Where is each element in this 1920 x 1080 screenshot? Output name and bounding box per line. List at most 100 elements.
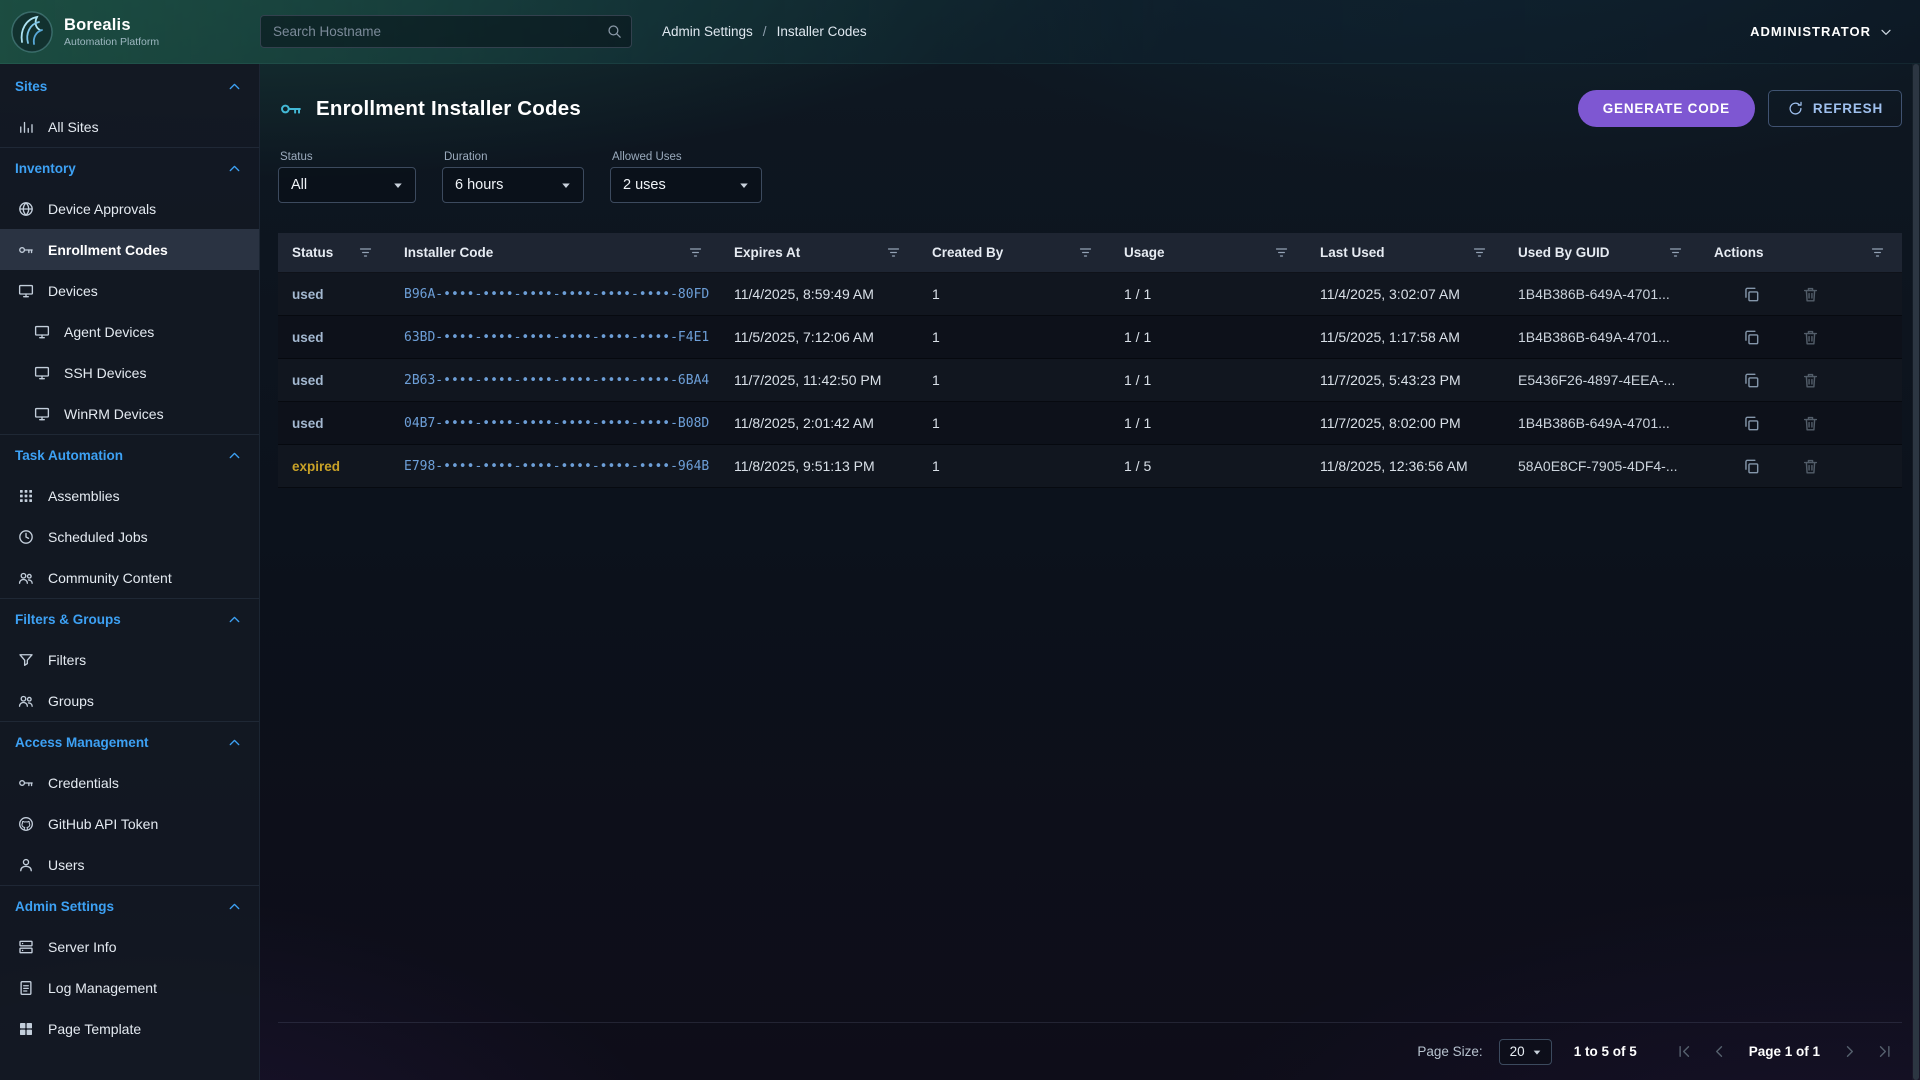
usage-cell: 1 / 1	[1110, 372, 1306, 388]
expires-at-cell: 11/8/2025, 9:51:13 PM	[720, 458, 918, 474]
delete-code-button[interactable]	[1801, 371, 1820, 390]
column-label: Usage	[1124, 245, 1165, 260]
sidebar-item-log-management[interactable]: Log Management	[0, 967, 259, 1008]
copy-code-button[interactable]	[1742, 457, 1761, 476]
sidebar-item-credentials[interactable]: Credentials	[0, 762, 259, 803]
filter-list-icon[interactable]	[687, 244, 704, 261]
user-name: ADMINISTRATOR	[1750, 24, 1871, 39]
filter-list-icon[interactable]	[1273, 244, 1290, 261]
monitor-icon	[33, 364, 51, 382]
last-used-cell: 11/8/2025, 12:36:56 AM	[1306, 458, 1504, 474]
sidebar-item-community-content[interactable]: Community Content	[0, 557, 259, 598]
breadcrumb-item-installer-codes[interactable]: Installer Codes	[777, 24, 867, 39]
actions-cell	[1700, 285, 1902, 304]
scrollbar[interactable]	[1912, 64, 1920, 1080]
filter-list-icon[interactable]	[1077, 244, 1094, 261]
sidebar-section-header-filters-groups[interactable]: Filters & Groups	[0, 599, 259, 639]
chevron-up-icon	[226, 611, 243, 628]
monitor-icon	[17, 282, 35, 300]
layout-icon	[17, 1020, 35, 1038]
column-header-installer-code: Installer Code	[390, 233, 720, 272]
search-icon[interactable]	[606, 23, 623, 40]
sidebar-section-header-admin-settings[interactable]: Admin Settings	[0, 886, 259, 926]
copy-code-button[interactable]	[1742, 285, 1761, 304]
sidebar-item-enrollment-codes[interactable]: Enrollment Codes	[0, 229, 259, 270]
copy-code-button[interactable]	[1742, 414, 1761, 433]
search-input[interactable]	[260, 15, 632, 48]
people-icon	[17, 569, 35, 587]
sidebar-section-header-task-automation[interactable]: Task Automation	[0, 435, 259, 475]
table-row: used B96A-••••-••••-••••-••••-••••-••••-…	[278, 273, 1902, 316]
copy-code-button[interactable]	[1742, 328, 1761, 347]
sidebar-item-page-template[interactable]: Page Template	[0, 1008, 259, 1049]
sidebar-item-label: Groups	[48, 693, 94, 709]
sidebar-item-users[interactable]: Users	[0, 844, 259, 885]
usage-cell: 1 / 1	[1110, 415, 1306, 431]
filter-list-icon[interactable]	[1667, 244, 1684, 261]
sidebar-item-agent-devices[interactable]: Agent Devices	[0, 311, 259, 352]
borealis-logo-icon	[10, 10, 54, 54]
caret-down-icon	[735, 176, 753, 194]
last-used-cell: 11/7/2025, 5:43:23 PM	[1306, 372, 1504, 388]
sidebar-item-github-api-token[interactable]: GitHub API Token	[0, 803, 259, 844]
prev-page-button[interactable]	[1710, 1042, 1729, 1061]
delete-code-button[interactable]	[1801, 328, 1820, 347]
refresh-button[interactable]: REFRESH	[1768, 90, 1902, 127]
sidebar-item-label: All Sites	[48, 119, 99, 135]
sidebar-section-header-inventory[interactable]: Inventory	[0, 148, 259, 188]
filter-list-icon[interactable]	[1869, 244, 1886, 261]
breadcrumb-item-admin-settings[interactable]: Admin Settings	[662, 24, 753, 39]
filter-select-status[interactable]: All	[278, 167, 416, 203]
sidebar-item-filters[interactable]: Filters	[0, 639, 259, 680]
sidebar-item-all-sites[interactable]: All Sites	[0, 106, 259, 147]
brand[interactable]: Borealis Automation Platform	[0, 10, 242, 54]
expires-at-cell: 11/7/2025, 11:42:50 PM	[720, 372, 918, 388]
sidebar-item-server-info[interactable]: Server Info	[0, 926, 259, 967]
next-page-button[interactable]	[1840, 1042, 1859, 1061]
page-size-select[interactable]: 20	[1499, 1039, 1552, 1065]
key-icon	[17, 774, 35, 792]
page-head: Enrollment Installer Codes GENERATE CODE…	[278, 90, 1902, 127]
delete-code-button[interactable]	[1801, 414, 1820, 433]
sidebar-section-header-access-management[interactable]: Access Management	[0, 722, 259, 762]
chevron-down-icon	[1878, 24, 1894, 40]
expires-at-cell: 11/8/2025, 2:01:42 AM	[720, 415, 918, 431]
sidebar-item-devices[interactable]: Devices	[0, 270, 259, 311]
last-used-cell: 11/7/2025, 8:02:00 PM	[1306, 415, 1504, 431]
filter-select-allowed-uses[interactable]: 2 uses	[610, 167, 762, 203]
last-used-cell: 11/5/2025, 1:17:58 AM	[1306, 329, 1504, 345]
scrollbar-thumb[interactable]	[1913, 64, 1919, 1080]
chevron-up-icon	[226, 447, 243, 464]
user-menu[interactable]: ADMINISTRATOR	[1750, 24, 1894, 40]
last-page-button[interactable]	[1875, 1042, 1894, 1061]
sidebar-item-ssh-devices[interactable]: SSH Devices	[0, 352, 259, 393]
filter-select-duration[interactable]: 6 hours	[442, 167, 584, 203]
sidebar-section: Inventory Device Approvals Enrollment Co…	[0, 147, 259, 434]
sidebar-nav: Sites All Sites Inventory Device Approval…	[0, 66, 259, 1049]
sidebar-item-groups[interactable]: Groups	[0, 680, 259, 721]
actions-cell	[1700, 328, 1902, 347]
table-row: used 2B63-••••-••••-••••-••••-••••-••••-…	[278, 359, 1902, 402]
filter-list-icon[interactable]	[1471, 244, 1488, 261]
filter-list-icon[interactable]	[357, 244, 374, 261]
delete-code-button[interactable]	[1801, 285, 1820, 304]
delete-code-button[interactable]	[1801, 457, 1820, 476]
bar-chart-icon	[17, 118, 35, 136]
filter-duration: Duration 6 hours	[442, 151, 584, 203]
sidebar-item-label: Server Info	[48, 939, 116, 955]
sidebar: Sites All Sites Inventory Device Approval…	[0, 64, 260, 1080]
copy-code-button[interactable]	[1742, 371, 1761, 390]
sidebar-item-device-approvals[interactable]: Device Approvals	[0, 188, 259, 229]
generate-code-button[interactable]: GENERATE CODE	[1578, 90, 1755, 127]
caret-down-icon	[557, 176, 575, 194]
sidebar-item-winrm-devices[interactable]: WinRM Devices	[0, 393, 259, 434]
sidebar-item-scheduled-jobs[interactable]: Scheduled Jobs	[0, 516, 259, 557]
people-icon	[17, 692, 35, 710]
monitor-icon	[33, 405, 51, 423]
sidebar-item-label: Users	[48, 857, 85, 873]
first-page-button[interactable]	[1675, 1042, 1694, 1061]
sidebar-section-header-sites[interactable]: Sites	[0, 66, 259, 106]
filter-list-icon[interactable]	[885, 244, 902, 261]
sidebar-item-assemblies[interactable]: Assemblies	[0, 475, 259, 516]
column-label: Status	[292, 245, 333, 260]
